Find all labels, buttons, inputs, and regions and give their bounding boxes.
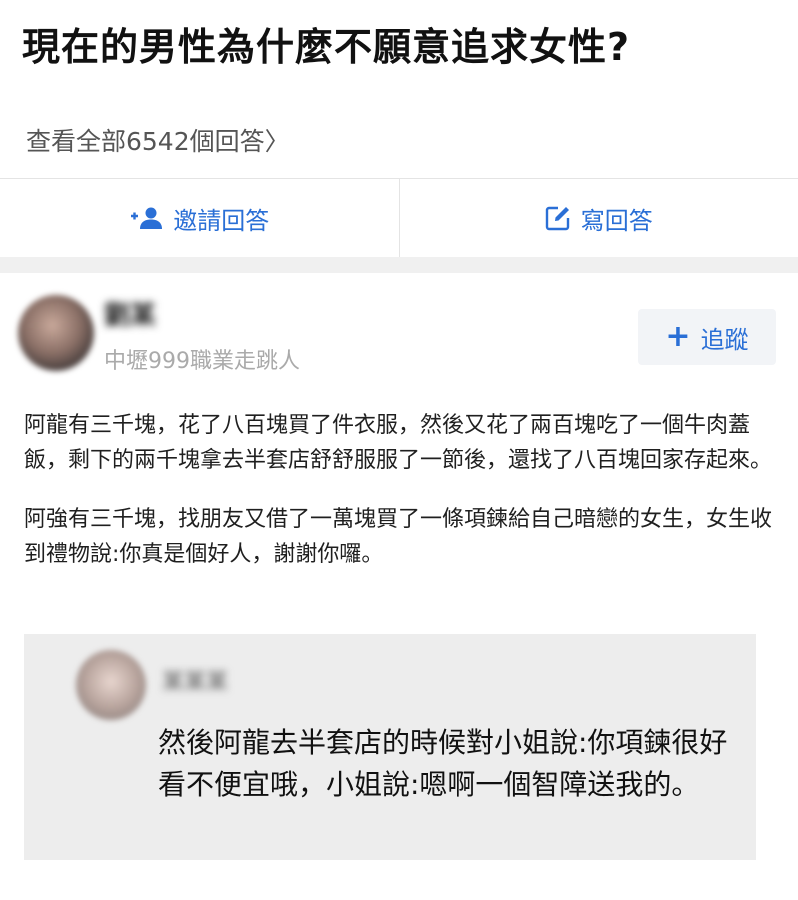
section-gap xyxy=(0,257,798,273)
answer-header: 劉某 中壢999職業走跳人 + 追蹤 xyxy=(0,273,798,383)
author-bio: 中壢999職業走跳人 xyxy=(104,349,300,374)
invite-answer-label: 邀請回答 xyxy=(173,206,270,235)
follow-button[interactable]: + 追蹤 xyxy=(638,309,776,365)
edit-icon xyxy=(545,206,569,231)
plus-icon: + xyxy=(665,319,691,354)
answer-action-bar: 邀請回答 寫回答 xyxy=(0,179,798,257)
invite-answer-button[interactable]: 邀請回答 xyxy=(0,179,399,257)
add-user-icon xyxy=(131,207,163,229)
commenter-avatar[interactable] xyxy=(76,650,146,720)
answer-paragraph: 阿龍有三千塊，花了八百塊買了件衣服，然後又花了兩百塊吃了一個牛肉蓋飯，剩下的兩千… xyxy=(24,413,773,473)
commenter-name[interactable]: 某某某 xyxy=(162,664,272,695)
quoted-comment: 某某某 然後阿龍去半套店的時候對小姐說:你項鍊很好看不便宜哦，小姐說:嗯啊一個智… xyxy=(24,634,756,860)
author-avatar[interactable] xyxy=(18,295,94,371)
question-title: 現在的男性為什麼不願意追求女性? xyxy=(22,25,631,69)
author-name[interactable]: 劉某 xyxy=(104,295,156,332)
answer-body: 阿龍有三千塊，花了八百塊買了件衣服，然後又花了兩百塊吃了一個牛肉蓋飯，剩下的兩千… xyxy=(24,408,776,572)
follow-label: 追蹤 xyxy=(700,325,749,354)
write-answer-label: 寫回答 xyxy=(580,206,653,235)
write-answer-button[interactable]: 寫回答 xyxy=(400,179,798,257)
view-all-answers-link[interactable]: 查看全部6542個回答〉 xyxy=(26,122,290,158)
comment-text: 然後阿龍去半套店的時候對小姐說:你項鍊很好看不便宜哦，小姐說:嗯啊一個智障送我的… xyxy=(158,726,728,801)
answer-paragraph: 阿強有三千塊，找朋友又借了一萬塊買了一條項鍊給自己暗戀的女生，女生收到禮物說:你… xyxy=(24,507,773,567)
